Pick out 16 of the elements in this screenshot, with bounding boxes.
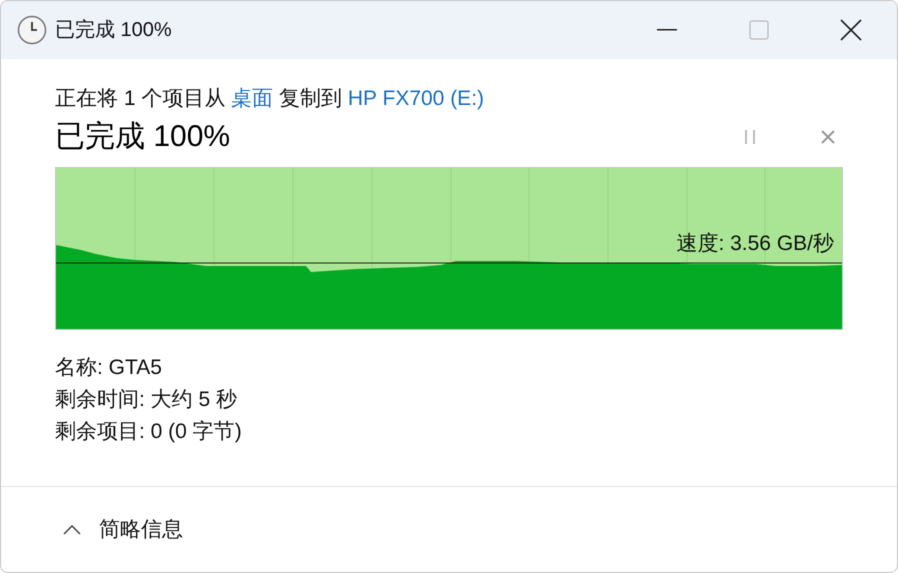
detail-text: 剩余时间: 大约 5 秒 — [55, 387, 238, 413]
copy-description: 正在将 1 个项目从 桌面 复制到 HP FX700 (E:) — [55, 86, 486, 112]
clock-icon — [17, 15, 47, 45]
minimize-icon — [657, 29, 677, 31]
location-link[interactable]: HP FX700 (E:) — [348, 87, 484, 110]
maximize-icon — [749, 20, 769, 40]
fewer-details-button[interactable]: 简略信息 — [63, 514, 183, 546]
pause-icon — [744, 130, 756, 144]
detail-text: 名称: GTA5 — [55, 355, 163, 381]
status-heading: 已完成 100% — [55, 119, 230, 155]
cancel-icon — [821, 130, 835, 144]
speed-label: 速度: 3.56 GB/秒 — [676, 231, 834, 257]
location-link[interactable]: 桌面 — [231, 87, 274, 110]
close-icon — [840, 19, 862, 41]
window-title: 已完成 100% — [55, 18, 172, 43]
detail-text: 剩余项目: 0 (0 字节) — [55, 419, 243, 445]
